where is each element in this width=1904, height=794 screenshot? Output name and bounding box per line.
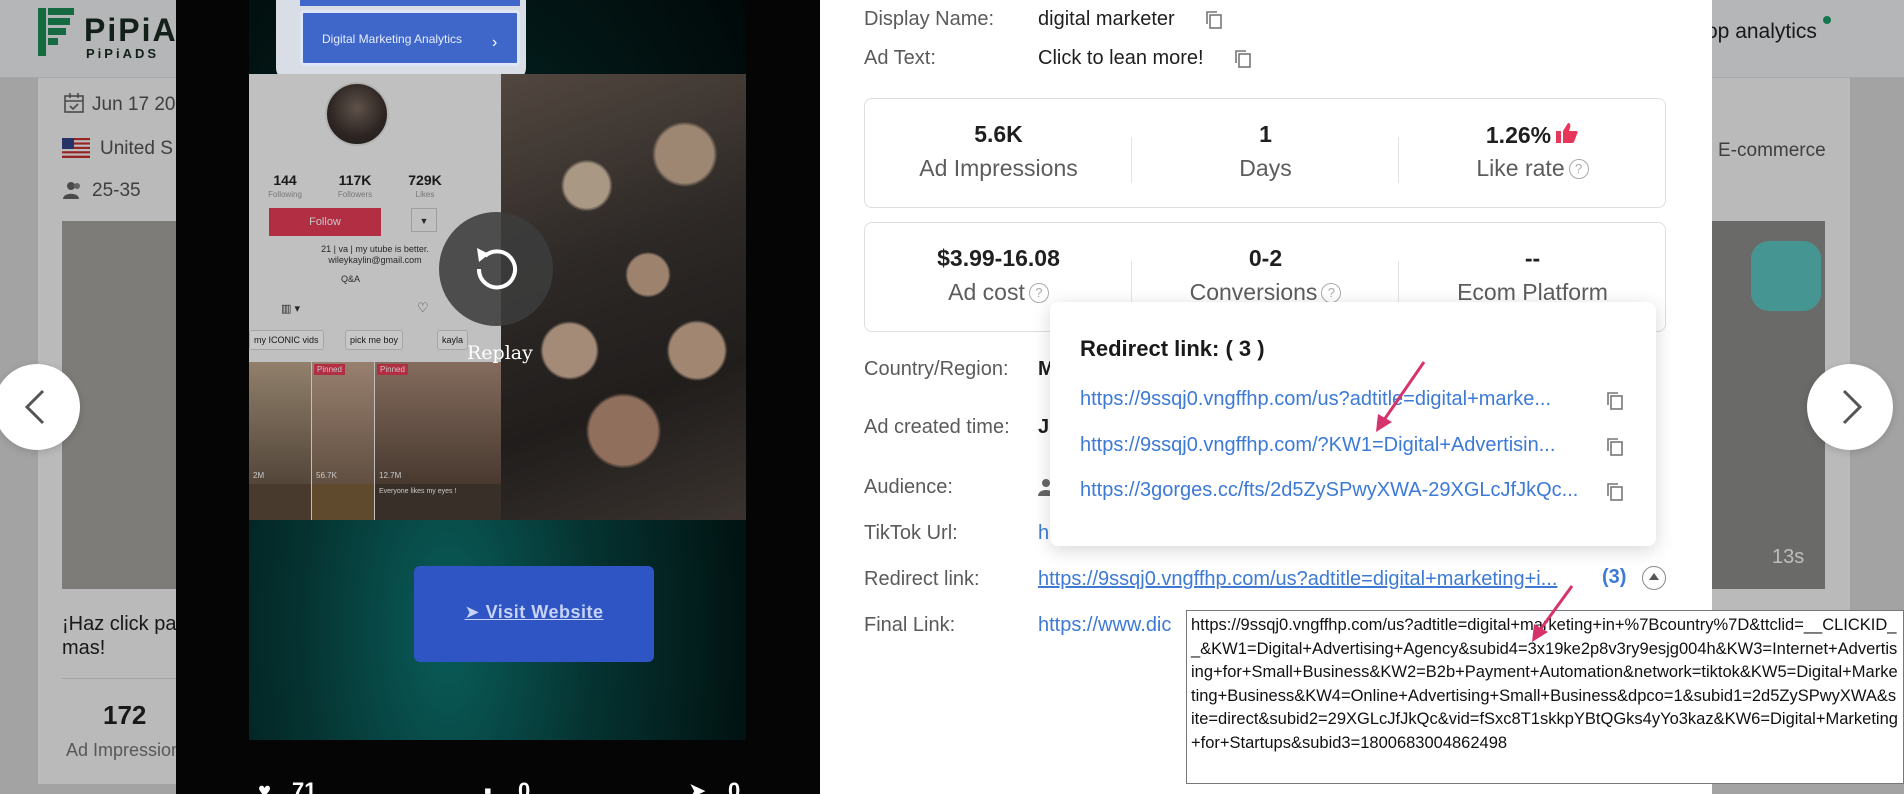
video-engagement-stats: ♥ 71 ▪ 0 ➤ 0: [176, 772, 820, 794]
help-icon[interactable]: ?: [1321, 283, 1342, 303]
chevron-up-icon[interactable]: [1642, 566, 1666, 590]
thumbs-up-icon: [1556, 123, 1578, 143]
redirect-link-item[interactable]: https://9ssqj0.vngffhp.com/?KW1=Digital+…: [1080, 434, 1555, 457]
redirect-link[interactable]: https://9ssqj0.vngffhp.com/us?adtitle=di…: [1038, 568, 1557, 591]
display-name-value: digital marketer: [1038, 8, 1175, 30]
stat-like-rate: 1.26% Like rate?: [1399, 99, 1666, 207]
ad-text-label: Ad Text:: [864, 47, 936, 69]
replay-icon: [476, 248, 517, 290]
video-player[interactable]: Digital Marketing Analytics › 144 Follow…: [176, 0, 820, 794]
video-course-card-text: Digital Marketing Analytics: [322, 32, 463, 46]
copy-icon[interactable]: [1604, 436, 1626, 458]
help-icon[interactable]: ?: [1028, 283, 1049, 303]
stat-label: Days: [1239, 155, 1292, 181]
tiktok-url-label: TikTok Url:: [864, 522, 958, 544]
stat-label: Ad Impressions: [919, 155, 1078, 181]
full-url-tooltip: https://9ssqj0.vngffhp.com/us?adtitle=di…: [1186, 610, 1904, 784]
created-time-value: J: [1038, 416, 1050, 438]
redirect-link-item[interactable]: https://9ssqj0.vngffhp.com/us?adtitle=di…: [1080, 388, 1551, 411]
popover-title: Redirect link: ( 3 ): [1080, 336, 1265, 361]
comment-icon: ▪: [484, 778, 492, 794]
redirect-link-item[interactable]: https://3gorges.cc/fts/2d5ZySPwyXWA-29XG…: [1080, 479, 1578, 502]
final-link[interactable]: https://www.dic: [1038, 614, 1171, 637]
redirect-link-label: Redirect link:: [864, 568, 980, 590]
chevron-right-icon: ›: [492, 34, 498, 51]
redirect-count-button[interactable]: (3): [1602, 566, 1626, 589]
display-name-label: Display Name:: [864, 8, 995, 30]
shares-count: 0: [728, 778, 741, 794]
stat-value: 1: [1259, 121, 1272, 147]
ad-stats-box: 5.6K Ad Impressions 1 Days 1.26% Like ra…: [864, 98, 1666, 208]
redirect-links-popover: Redirect link: ( 3 ) https://9ssqj0.vngf…: [1050, 302, 1656, 546]
visit-website-label: ➤ Visit Website: [464, 602, 604, 622]
ad-text-value: Click to lean more!: [1038, 47, 1204, 69]
stat-value: --: [1524, 245, 1541, 271]
like-rate-label: Like rate: [1476, 155, 1565, 181]
heart-icon: ♥: [258, 778, 272, 794]
like-rate-value: 1.26%: [1485, 122, 1552, 148]
likes-count: 71: [292, 778, 317, 794]
copy-icon[interactable]: [1604, 481, 1626, 503]
visit-website-button[interactable]: ➤ Visit Website: [414, 566, 654, 662]
next-ad-button[interactable]: [1807, 364, 1893, 450]
comments-count: 0: [518, 778, 531, 794]
stat-value: $3.99-16.08: [937, 245, 1060, 271]
stat-value: 0-2: [1248, 245, 1283, 271]
share-icon: ➤: [688, 778, 707, 794]
country-label: Country/Region:: [864, 358, 1009, 380]
stat-days: 1 Days: [1132, 99, 1399, 207]
help-icon[interactable]: ?: [1568, 159, 1589, 179]
replay-button[interactable]: [439, 212, 553, 326]
stat-impressions: 5.6K Ad Impressions: [865, 99, 1132, 207]
replay-label: Replay: [467, 342, 533, 364]
chevron-left-icon: [24, 389, 45, 425]
audience-label: Audience:: [864, 476, 953, 498]
final-link-label: Final Link:: [864, 614, 956, 636]
copy-icon[interactable]: [1604, 390, 1626, 412]
chevron-right-icon: [1842, 389, 1863, 425]
tiktok-url-link[interactable]: h: [1038, 522, 1049, 545]
ad-cost-label: Ad cost: [948, 279, 1025, 305]
copy-icon[interactable]: [1203, 9, 1225, 31]
stat-value: 1.26%: [1399, 121, 1666, 149]
copy-icon[interactable]: [1232, 48, 1254, 70]
stat-value: 5.6K: [974, 121, 1023, 147]
stat-label: Like rate?: [1399, 155, 1666, 182]
created-time-label: Ad created time:: [864, 416, 1010, 438]
